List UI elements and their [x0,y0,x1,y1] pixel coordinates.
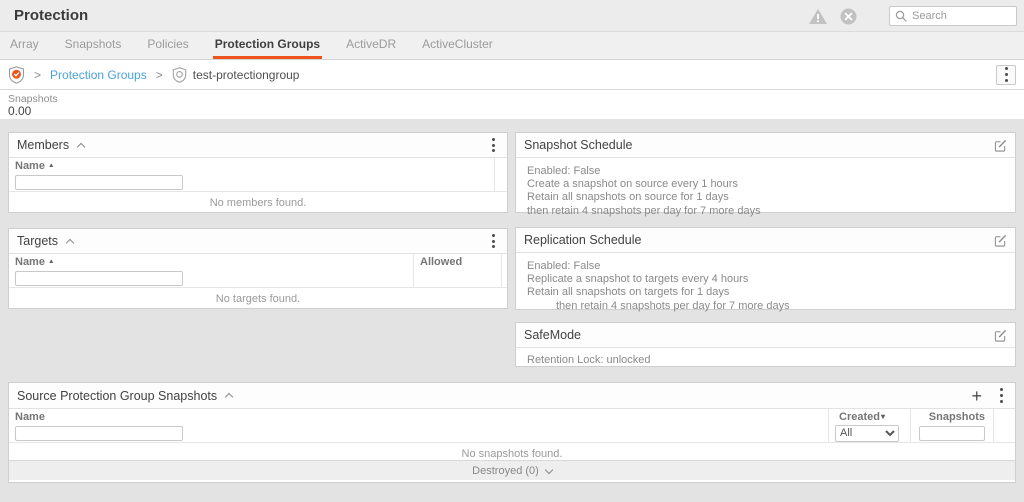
members-panel-title: Members [17,138,69,152]
top-bar-actions [808,0,1017,32]
top-bar: Protection [0,0,1024,32]
targets-filter-cell [9,269,414,287]
snapshots-name-filter-input[interactable] [15,426,183,441]
targets-name-column-header[interactable]: Name ▲ [9,254,414,269]
snapshots-stat-label: Snapshots [8,93,1024,105]
sort-desc-icon: ▾ [881,412,885,421]
members-filter-cell [9,173,495,191]
schedule-line: Create a snapshot on source every 1 hour… [527,178,1005,191]
search-input[interactable] [912,10,1011,22]
tab-array[interactable]: Array [8,32,41,59]
members-kebab-menu-icon[interactable] [488,135,499,156]
snapshots-empty-message: No snapshots found. [9,442,1015,460]
members-name-filter-input[interactable] [15,175,183,190]
destroyed-toggle[interactable]: Destroyed (0) [9,460,1015,480]
add-snapshot-plus-icon[interactable]: + [971,388,982,404]
stats-bar: Snapshots 0.00 [0,90,1024,119]
breadcrumb-current: test-protectiongroup [193,68,300,82]
page-title: Protection [14,0,88,31]
protection-shield-check-icon [8,66,25,84]
schedule-line: Enabled: False [527,165,1005,178]
snapshots-name-column-header: Name [9,409,829,424]
alerts-warning-icon[interactable] [808,8,828,25]
edit-icon[interactable] [994,234,1007,247]
tab-bar: Array Snapshots Policies Protection Grou… [0,32,1024,60]
page-kebab-menu-button[interactable] [996,65,1016,85]
source-snapshots-panel: Source Protection Group Snapshots + Name… [8,382,1016,483]
dismiss-close-icon[interactable] [840,8,857,25]
kebab-menu-icon [1001,64,1012,85]
members-panel: Members Name ▲ No members found. [8,132,508,213]
sort-asc-icon: ▲ [48,258,54,265]
breadcrumb-separator: > [156,68,163,82]
breadcrumb-link-protection-groups[interactable]: Protection Groups [50,68,147,82]
breadcrumb: > Protection Groups > test-protectiongro… [0,60,1024,90]
snapshot-schedule-header: Snapshot Schedule [516,133,1015,158]
source-snapshots-kebab-menu-icon[interactable] [996,385,1007,406]
collapse-chevron-up-icon[interactable] [225,393,233,401]
collapse-chevron-up-icon[interactable] [77,142,85,150]
targets-panel-header: Targets [9,229,507,254]
schedule-line: Replicate a snapshot to targets every 4 … [527,273,1005,286]
snapshots-stat-value: 0.00 [8,105,1024,118]
replication-schedule-title: Replication Schedule [524,233,641,247]
tab-protection-groups[interactable]: Protection Groups [213,32,322,59]
schedule-line: Retain all snapshots on targets for 1 da… [527,286,1005,299]
tab-activecluster[interactable]: ActiveCluster [420,32,495,59]
tab-snapshots[interactable]: Snapshots [63,32,124,59]
targets-panel-title: Targets [17,234,58,248]
breadcrumb-separator: > [34,68,41,82]
targets-panel: Targets Name ▲ Allowed No targets found. [8,228,508,309]
replication-schedule-header: Replication Schedule [516,228,1015,253]
search-box [889,6,1017,26]
safemode-title: SafeMode [524,328,581,342]
safemode-header: SafeMode [516,323,1015,348]
source-snapshots-title: Source Protection Group Snapshots [17,389,217,403]
snapshots-count-column-header: Snapshots [911,409,994,424]
tab-policies[interactable]: Policies [145,32,190,59]
members-panel-header: Members [9,133,507,158]
members-empty-message: No members found. [9,191,507,209]
safemode-panel: SafeMode Retention Lock: unlocked [515,322,1016,367]
snapshot-schedule-panel: Snapshot Schedule Enabled: False Create … [515,132,1016,213]
members-name-column-header[interactable]: Name ▲ [9,158,495,173]
sort-asc-icon: ▲ [48,162,54,169]
protection-group-icon [172,67,187,83]
schedule-line: then retain 4 snapshots per day for 7 mo… [527,300,1005,313]
targets-allowed-column-header[interactable]: Allowed [414,254,502,269]
source-snapshots-header: Source Protection Group Snapshots + [9,383,1015,409]
snapshots-count-filter-input[interactable] [919,426,985,441]
search-icon [895,10,907,22]
retention-lock-status: Retention Lock: unlocked [527,354,1005,367]
content-area: Members Name ▲ No members found. Targets… [0,119,1024,502]
schedule-line: Enabled: False [527,260,1005,273]
schedule-line: Retain all snapshots on source for 1 day… [527,191,1005,204]
created-filter-select[interactable]: All [835,425,899,442]
collapse-chevron-up-icon[interactable] [66,238,74,246]
replication-schedule-panel: Replication Schedule Enabled: False Repl… [515,227,1016,310]
expand-chevron-down-icon [545,465,553,473]
edit-icon[interactable] [994,139,1007,152]
snapshots-created-column-header[interactable]: Created ▾ [829,409,911,424]
edit-icon[interactable] [994,329,1007,342]
schedule-line: then retain 4 snapshots per day for 7 mo… [527,205,1005,218]
targets-name-filter-input[interactable] [15,271,183,286]
targets-kebab-menu-icon[interactable] [488,231,499,252]
targets-empty-message: No targets found. [9,287,507,305]
tab-activedr[interactable]: ActiveDR [344,32,398,59]
snapshot-schedule-title: Snapshot Schedule [524,138,632,152]
